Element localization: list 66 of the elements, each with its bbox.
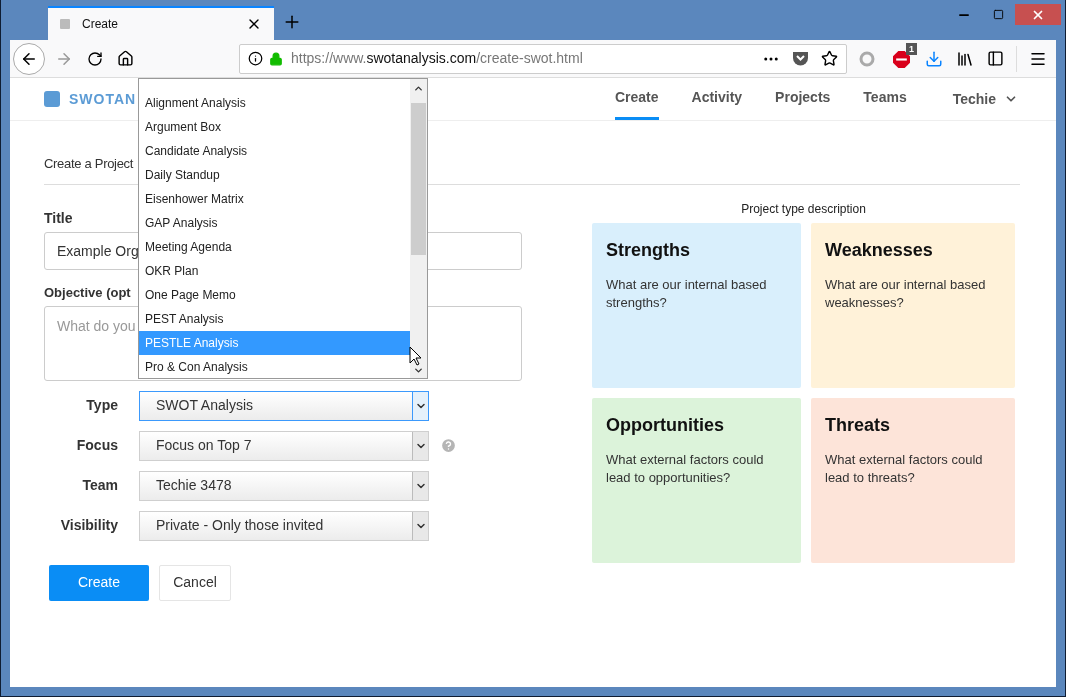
dropdown-option[interactable]: Eisenhower Matrix: [139, 187, 410, 211]
stop-sign-icon[interactable]: [893, 50, 910, 68]
scroll-down-icon[interactable]: [413, 365, 424, 376]
card-title: Strengths: [606, 239, 691, 262]
field-label: Visibility: [59, 516, 119, 535]
card-title: Weaknesses: [825, 239, 934, 262]
lock-icon: [269, 51, 283, 66]
favicon-icon: [60, 19, 70, 29]
scrollbar[interactable]: [410, 79, 427, 378]
back-button[interactable]: [13, 42, 45, 75]
address-bar[interactable]: https://www.swotanalysis.com/create-swot.html: [239, 43, 847, 74]
card-text: What are our internal based strengths?: [606, 276, 768, 312]
dropdown-option[interactable]: One Page Memo: [139, 283, 410, 307]
field-label: Team: [81, 476, 119, 495]
dropdown-option[interactable]: Meeting Agenda: [139, 235, 410, 259]
library-icon[interactable]: [956, 49, 974, 68]
card-title: Opportunities: [606, 414, 725, 437]
download-icon[interactable]: [925, 49, 943, 68]
count-badge: 1: [906, 42, 917, 55]
chevron-icon: [412, 471, 428, 500]
select-field[interactable]: Focus on Top 7: [139, 430, 429, 461]
logo-text: SWOTAN: [69, 89, 137, 109]
dropdown-option[interactable]: Alignment Analysis: [139, 91, 410, 115]
nav-tab[interactable]: Projects: [775, 78, 831, 120]
select-field[interactable]: SWOT Analysis: [139, 390, 429, 421]
chevron-icon: [412, 431, 428, 460]
url-text: https://www.swotanalysis.com/create-swot.html: [291, 49, 584, 68]
browser-tab[interactable]: Create: [48, 6, 274, 40]
logo-icon: [44, 91, 60, 107]
chevron-icon: [412, 391, 428, 420]
user-menu[interactable]: Techie: [952, 88, 1018, 110]
dropdown-option[interactable]: Argument Box: [139, 115, 410, 139]
maximize-icon[interactable]: [993, 9, 1004, 20]
cancel-button[interactable]: Cancel: [159, 564, 231, 601]
nav-tab[interactable]: Create: [614, 78, 659, 120]
dropdown-option[interactable]: OKR Plan: [139, 259, 410, 283]
select-field[interactable]: Techie 3478: [139, 470, 429, 501]
pocket-icon[interactable]: [792, 51, 809, 66]
tab-title: Create: [82, 16, 120, 33]
select-field[interactable]: Private - Only those invited: [139, 510, 429, 541]
info-icon: [248, 51, 263, 66]
close-window-button[interactable]: [1015, 4, 1061, 25]
dropdown-option[interactable]: GAP Analysis: [139, 211, 410, 235]
field-label: Title: [44, 209, 73, 228]
sidebar-icon[interactable]: [987, 50, 1004, 67]
dropdown-option[interactable]: Pro & Con Analysis: [139, 355, 410, 378]
card-title: Threats: [825, 414, 892, 437]
card-text: What external factors could lead to threats?: [825, 451, 984, 487]
chevron-icon: [412, 511, 428, 540]
scroll-up-icon[interactable]: [413, 83, 424, 94]
field-label: Objective (opt: [44, 284, 131, 302]
dropdown-option[interactable]: Daily Standup: [139, 163, 410, 187]
panel-title: Project type description: [740, 201, 867, 218]
nav-tab[interactable]: Activity: [691, 78, 743, 120]
card-text: What external factors could lead to opportunities?: [606, 451, 765, 487]
card-text: What are our internal based weaknesses?: [825, 276, 987, 312]
bookmark-star-icon[interactable]: [821, 50, 838, 67]
dropdown-option[interactable]: PEST Analysis: [139, 307, 410, 331]
home-icon[interactable]: [117, 50, 134, 67]
mouse-cursor-icon: [409, 346, 422, 366]
nav-tab[interactable]: Teams: [863, 78, 907, 120]
field-label: Type: [85, 396, 119, 415]
field-label: Focus: [75, 436, 119, 455]
dropdown-option[interactable]: Candidate Analysis: [139, 139, 410, 163]
form-heading: Create a Project: [44, 156, 134, 171]
reload-icon[interactable]: [87, 50, 103, 67]
